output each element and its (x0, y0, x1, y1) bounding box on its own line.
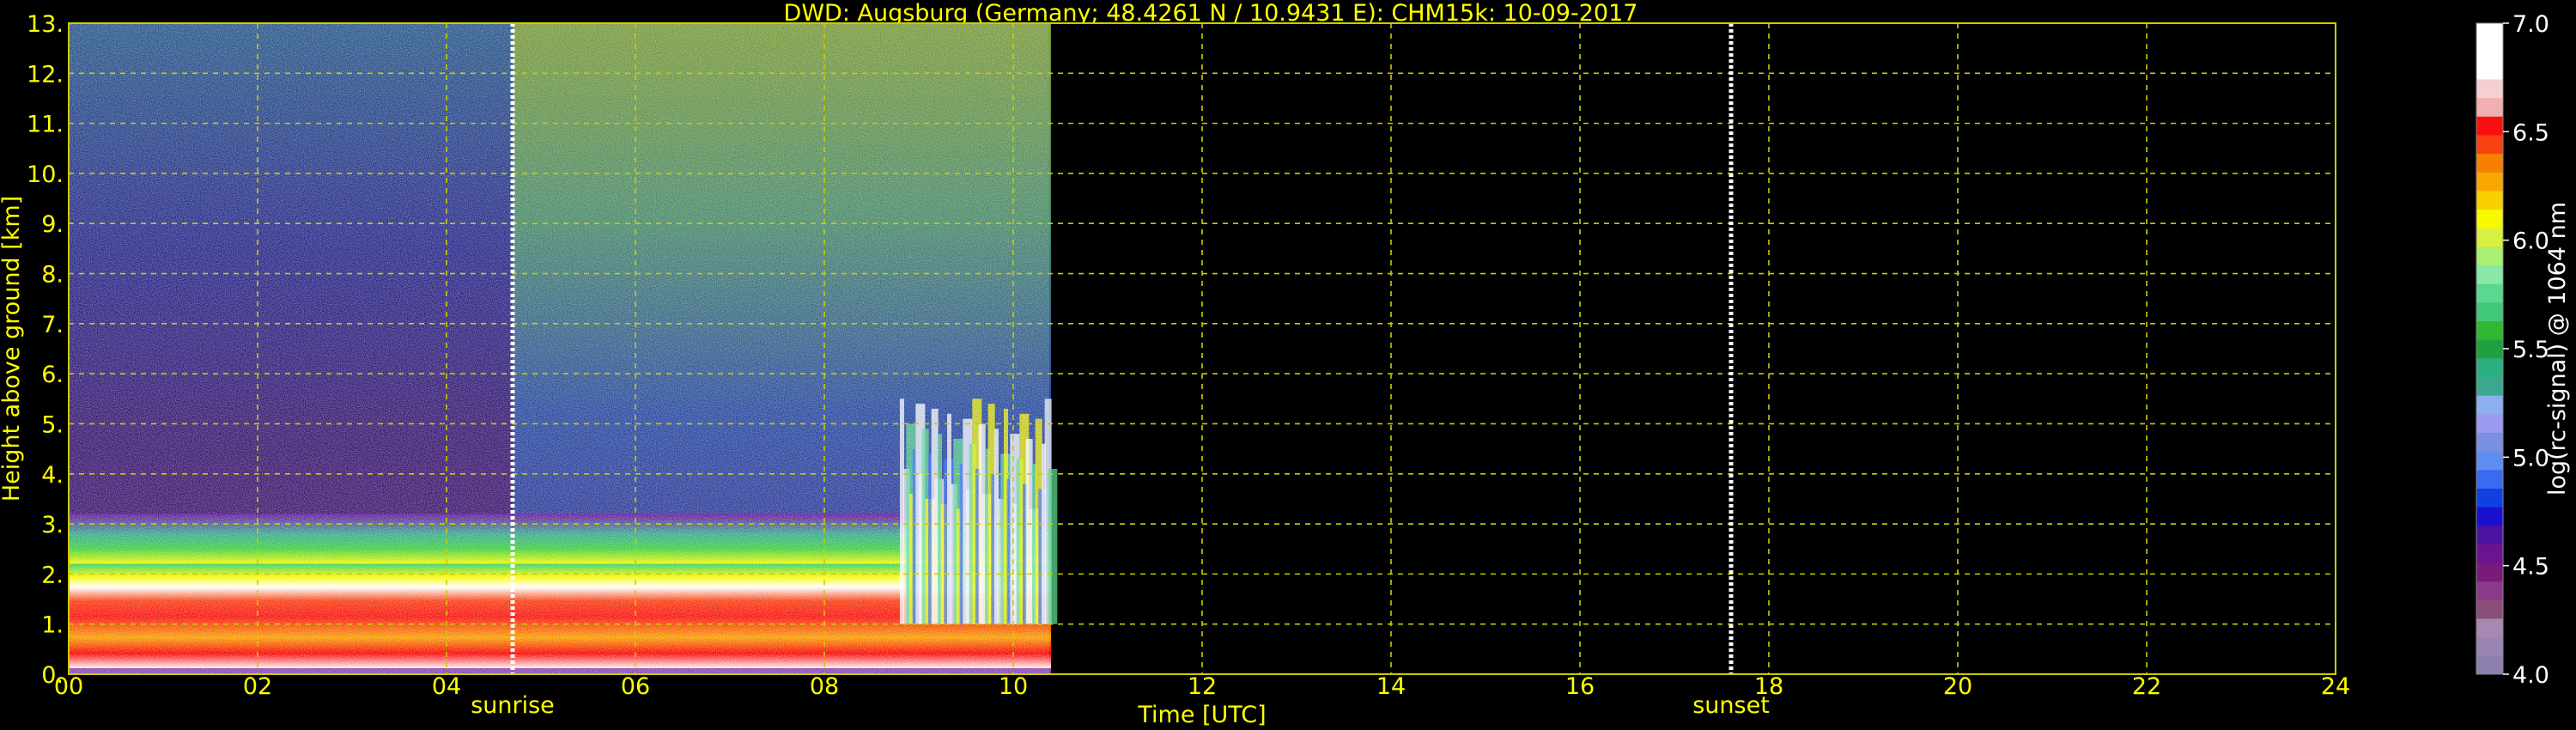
colorbar-segment (2476, 357, 2503, 377)
y-tick-label: 4. (41, 462, 64, 489)
x-tick-label: 08 (810, 673, 839, 700)
colorbar-segment (2476, 395, 2503, 415)
colorbar-segment (2476, 618, 2503, 638)
x-tick-label: 20 (1943, 673, 1972, 700)
x-tick-label: 12 (1188, 673, 1217, 700)
colorbar-segment (2476, 432, 2503, 452)
x-tick-label: 10 (999, 673, 1028, 700)
colorbar-segment (2476, 507, 2503, 526)
y-tick-label: 13. (27, 11, 64, 38)
colorbar-segment (2476, 209, 2503, 228)
colorbar-tick-label: 6.5 (2512, 119, 2549, 146)
y-tick-label: 0. (41, 662, 64, 689)
noise-texture (69, 23, 1049, 674)
colorbar-segment (2476, 320, 2503, 340)
x-tick-label: 14 (1376, 673, 1406, 700)
colorbar-segment (2476, 563, 2503, 582)
colorbar-segment (2476, 283, 2503, 303)
y-tick-label: 8. (41, 262, 64, 289)
x-tick-label: 16 (1565, 673, 1595, 700)
colorbar-segment (2476, 469, 2503, 489)
colorbar-segment (2476, 134, 2503, 155)
x-tick-label: 18 (1754, 673, 1783, 700)
y-tick-label: 1. (41, 612, 64, 639)
colorbar-tick-label: 4.5 (2512, 554, 2549, 581)
colorbar-segment (2476, 60, 2503, 80)
colorbar-segment (2476, 376, 2503, 396)
colorbar-segment (2476, 581, 2503, 600)
colorbar: 4.04.55.05.56.06.57.0 log(rc-signal) @ 1… (2476, 11, 2571, 689)
y-tick-label: 11. (27, 112, 64, 138)
colorbar-segment (2476, 413, 2503, 433)
lidar-figure: DWD: Augsburg (Germany; 48.4261 N / 10.9… (0, 0, 2571, 728)
x-tick-label: 02 (243, 673, 272, 700)
y-tick-label: 12. (27, 61, 64, 88)
x-axis-label: Time [UTC] (1137, 702, 1266, 728)
y-tick-label: 9. (41, 211, 64, 238)
plot-area (68, 22, 2336, 675)
colorbar-segment (2476, 655, 2503, 675)
y-tick-label: 3. (41, 512, 64, 538)
colorbar-segment (2476, 153, 2503, 173)
colorbar-segment (2476, 544, 2503, 563)
colorbar-segment (2476, 339, 2503, 359)
colorbar-segment (2476, 116, 2503, 136)
y-tick-label: 2. (41, 562, 64, 588)
colorbar-segment (2476, 451, 2503, 471)
colorbar-segment (2476, 246, 2503, 266)
x-tick-label: 04 (432, 673, 461, 700)
colorbar-segment (2476, 78, 2503, 99)
colorbar-segment (2476, 228, 2503, 247)
y-tick-label: 5. (41, 411, 64, 438)
colorbar-segment (2476, 41, 2503, 61)
colorbar-segment (2476, 525, 2503, 544)
y-tick-label: 10. (27, 161, 64, 188)
x-tick-label: 22 (2132, 673, 2161, 700)
colorbar-segment (2476, 488, 2503, 508)
y-tick-label: 6. (41, 362, 64, 388)
x-tick-label: 24 (2321, 673, 2350, 700)
colorbar-segment (2476, 172, 2503, 192)
colorbar-tick-label: 7.0 (2512, 11, 2549, 38)
sunrise-label: sunrise (471, 692, 555, 719)
colorbar-segment (2476, 23, 2503, 43)
colorbar-segment (2476, 97, 2503, 117)
colorbar-segment (2476, 599, 2503, 619)
x-tick-label: 06 (621, 673, 650, 700)
colorbar-segment (2476, 301, 2503, 322)
colorbar-segment (2476, 190, 2503, 210)
y-tick-label: 7. (41, 312, 64, 338)
colorbar-segment (2476, 265, 2503, 284)
colorbar-segment (2476, 636, 2503, 656)
colorbar-tick-label: 4.0 (2512, 662, 2549, 689)
y-axis-label: Height above ground [km] (0, 196, 25, 502)
colorbar-label: log(rc-signal) @ 1064 nm (2544, 202, 2571, 496)
